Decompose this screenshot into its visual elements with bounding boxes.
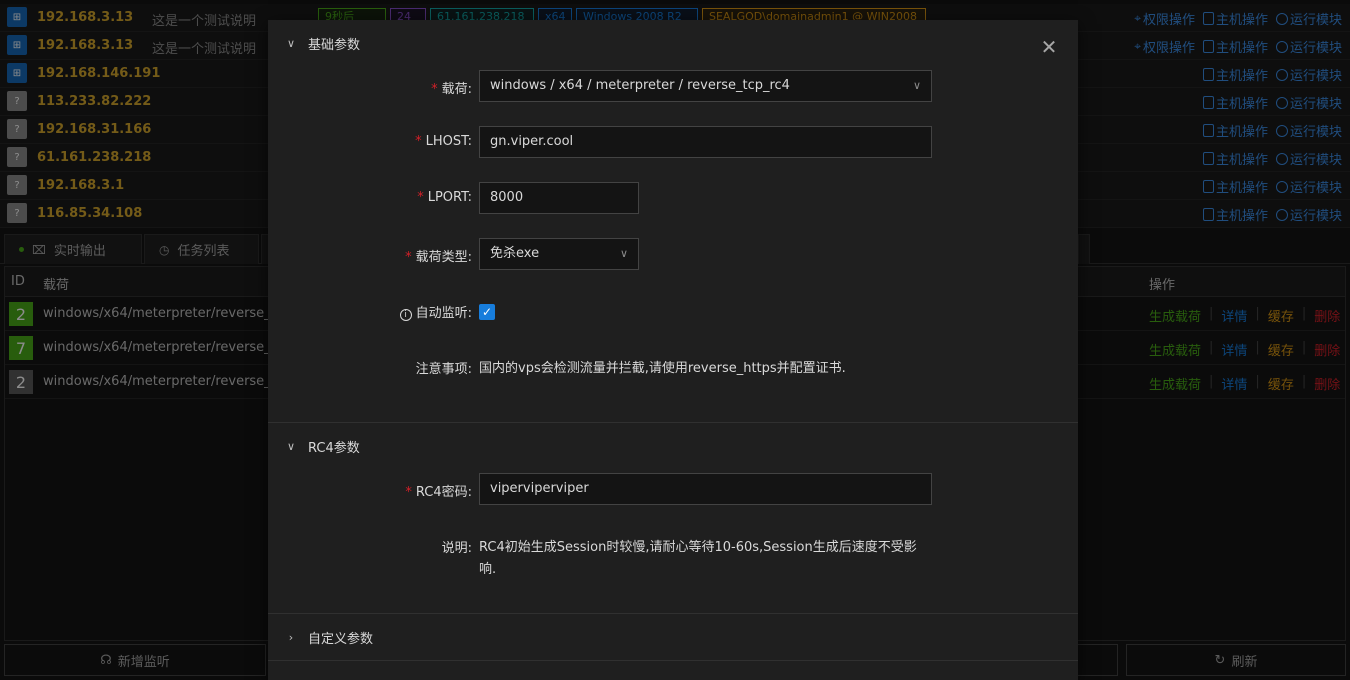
- section-divider: [268, 660, 1078, 661]
- app-root: ⊞ 192.168.3.13 这是一个测试说明 9秒后 24 61.161.238.218…: [0, 0, 1350, 680]
- chevron-right-icon: ›: [288, 630, 294, 644]
- payload-type-label: * 载荷类型:: [405, 250, 472, 265]
- rc4-password-input[interactable]: viperviperviper: [479, 473, 932, 505]
- rc4-password-label: * RC4密码:: [405, 485, 472, 500]
- chevron-down-icon: ∨: [912, 79, 921, 92]
- note-label: 注意事项:: [415, 362, 472, 377]
- required-mark: *: [405, 485, 412, 500]
- lport-label: * LPORT:: [417, 190, 472, 205]
- section-basic-params[interactable]: ∨ 基础参数: [268, 23, 1078, 63]
- section-basic-params-title: 基础参数: [308, 37, 361, 53]
- required-mark: *: [405, 250, 412, 265]
- chevron-down-icon: ∨: [619, 247, 628, 260]
- auto-listen-checkbox[interactable]: ✓: [479, 304, 495, 320]
- payload-type-select-value: 免杀exe: [490, 246, 540, 261]
- payload-select-value: windows / x64 / meterpreter / reverse_tc…: [490, 78, 790, 93]
- section-custom-params-title: 自定义参数: [308, 631, 374, 647]
- required-mark: *: [431, 82, 438, 97]
- section-rc4-params[interactable]: ∨ RC4参数: [268, 426, 1078, 466]
- section-rc4-params-title: RC4参数: [308, 440, 360, 456]
- explain-text: RC4初始生成Session时较慢,请耐心等待10-60s,Session生成后…: [479, 540, 917, 577]
- note-text: 国内的vps会检测流量并拦截,请使用reverse_https并配置证书.: [479, 361, 846, 376]
- section-divider: [268, 613, 1078, 614]
- chevron-down-icon: ∨: [286, 439, 296, 453]
- payload-config-modal: ✕ ∨ 基础参数 * 载荷: windows / x64 / meterprete…: [268, 20, 1078, 680]
- payload-label: * 载荷:: [431, 82, 472, 97]
- lhost-input[interactable]: gn.viper.cool: [479, 126, 932, 158]
- payload-type-select[interactable]: 免杀exe ∨: [479, 238, 639, 270]
- auto-listen-label: i 自动监听:: [399, 302, 472, 321]
- required-mark: *: [415, 134, 422, 149]
- explain-label: 说明:: [441, 541, 472, 556]
- section-custom-params[interactable]: › 自定义参数: [268, 617, 1078, 657]
- lport-input[interactable]: 8000: [479, 182, 639, 214]
- payload-select[interactable]: windows / x64 / meterpreter / reverse_tc…: [479, 70, 932, 102]
- chevron-down-icon: ∨: [286, 36, 296, 50]
- lhost-label: * LHOST:: [415, 134, 472, 149]
- required-mark: *: [417, 190, 424, 205]
- section-divider: [268, 422, 1078, 423]
- info-circle-icon[interactable]: i: [399, 309, 412, 321]
